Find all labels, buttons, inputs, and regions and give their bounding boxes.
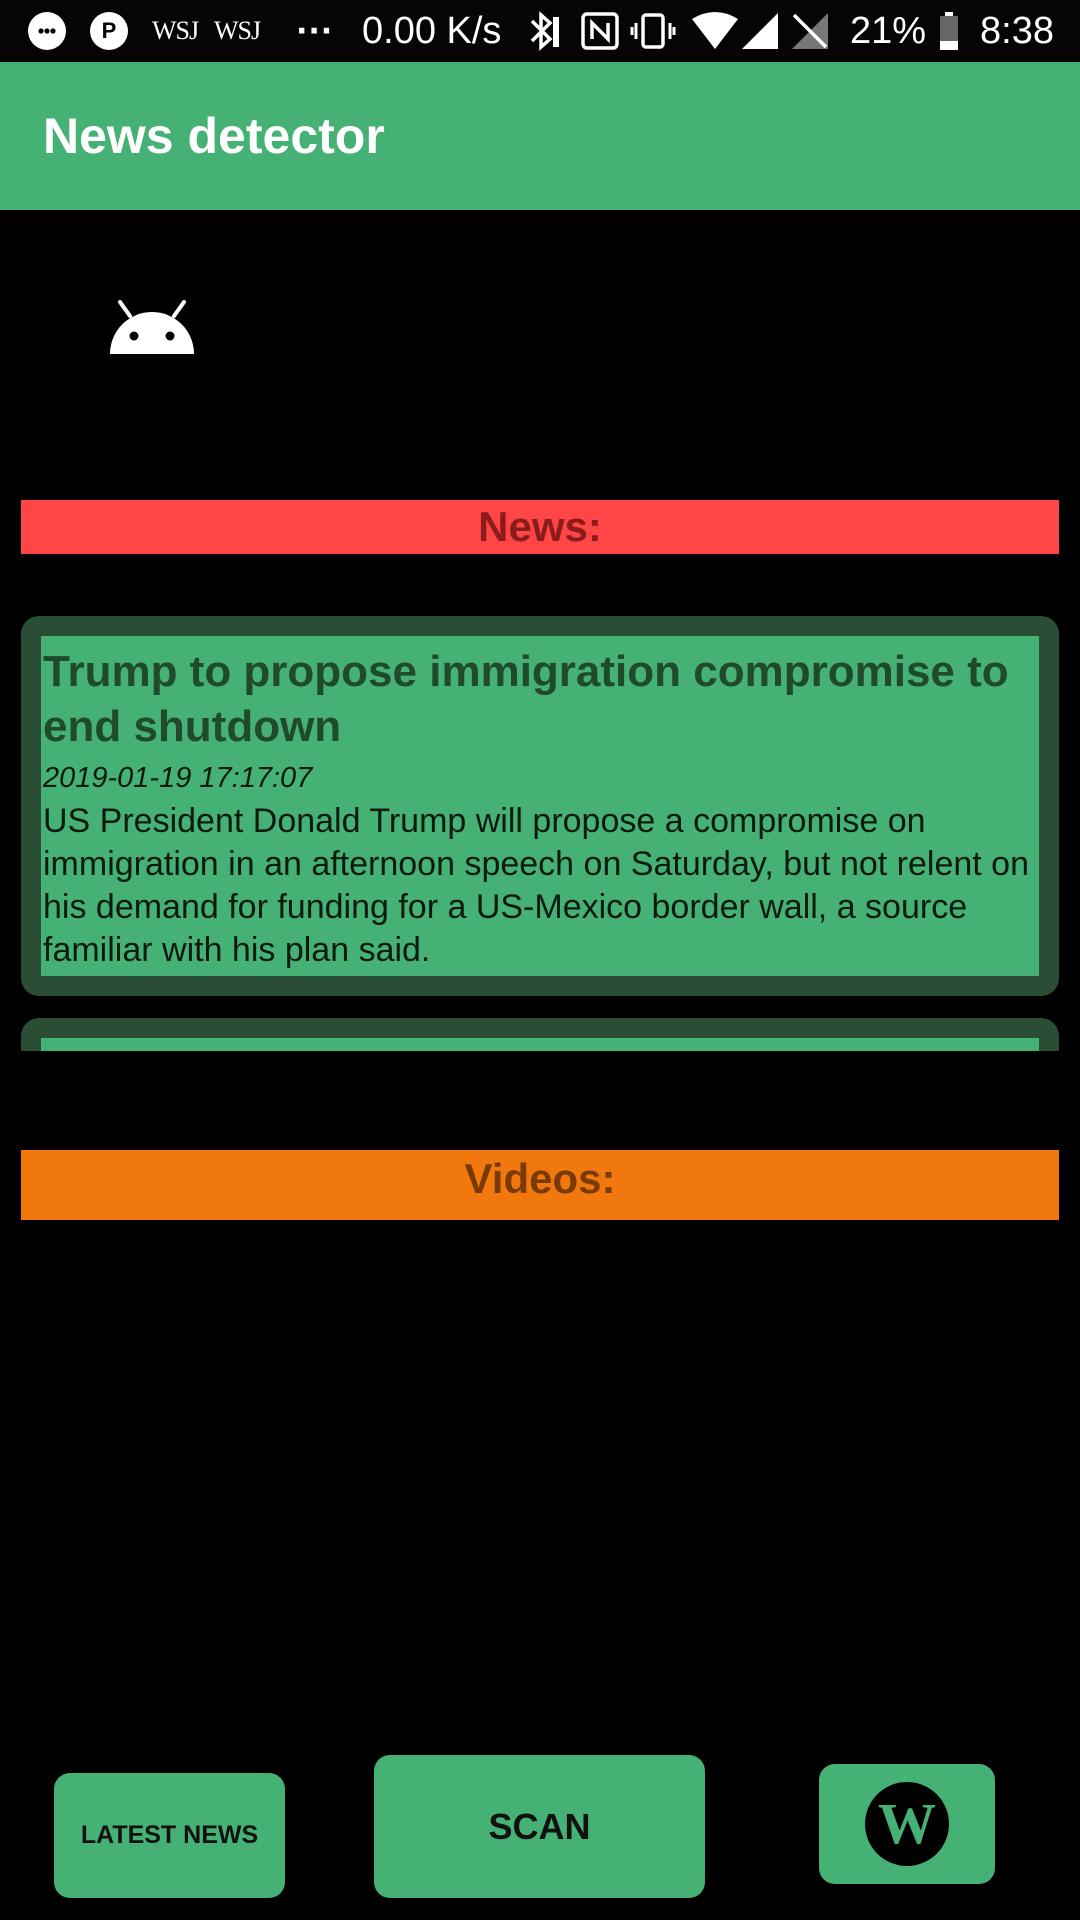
news-card[interactable]: Trump to propose immigration compromise … bbox=[21, 616, 1059, 996]
videos-section-header: Videos: bbox=[21, 1150, 1059, 1220]
network-speed: 0.00 K/s bbox=[362, 9, 502, 52]
status-bar: P WSJ WSJ ··· 0.00 K/s 21% 8:38 bbox=[0, 0, 1080, 62]
news-title: Trump to propose immigration compromise … bbox=[43, 647, 1009, 751]
bluetooth-icon bbox=[526, 0, 560, 62]
battery-icon bbox=[938, 0, 960, 62]
cell-signal-icon bbox=[740, 0, 780, 62]
news-date: 2019-01-19 17:17:07 bbox=[43, 762, 313, 794]
android-icon bbox=[108, 298, 196, 356]
wikipedia-icon: W bbox=[865, 1782, 949, 1866]
news-card-partial[interactable] bbox=[21, 1018, 1059, 1051]
battery-percent: 21% bbox=[850, 9, 927, 52]
wikipedia-button[interactable]: W bbox=[819, 1764, 995, 1884]
vibrate-icon bbox=[630, 0, 676, 62]
news-list[interactable]: Trump to propose immigration compromise … bbox=[21, 616, 1059, 1051]
app-bar: News detector bbox=[0, 62, 1080, 210]
news-card-content: Trump to propose immigration compromise … bbox=[41, 636, 1039, 976]
pinterest-icon: P bbox=[90, 0, 128, 62]
app-title: News detector bbox=[43, 108, 385, 164]
wifi-icon bbox=[690, 0, 740, 62]
news-section-header: News: bbox=[21, 500, 1059, 554]
news-card-content-partial bbox=[41, 1038, 1039, 1051]
latest-news-button[interactable]: LATEST NEWS bbox=[54, 1773, 285, 1898]
chat-bubble-icon bbox=[28, 0, 66, 62]
scan-button[interactable]: SCAN bbox=[374, 1755, 705, 1898]
wsj-notification-icon: WSJ bbox=[152, 16, 199, 45]
wsj-notification-icon-2: WSJ bbox=[214, 16, 261, 45]
no-sim-signal-icon bbox=[790, 0, 830, 62]
more-notifications-icon: ··· bbox=[296, 13, 334, 49]
news-summary: US President Donald Trump will propose a… bbox=[43, 802, 1029, 969]
nfc-icon bbox=[580, 0, 620, 62]
clock: 8:38 bbox=[980, 9, 1054, 52]
